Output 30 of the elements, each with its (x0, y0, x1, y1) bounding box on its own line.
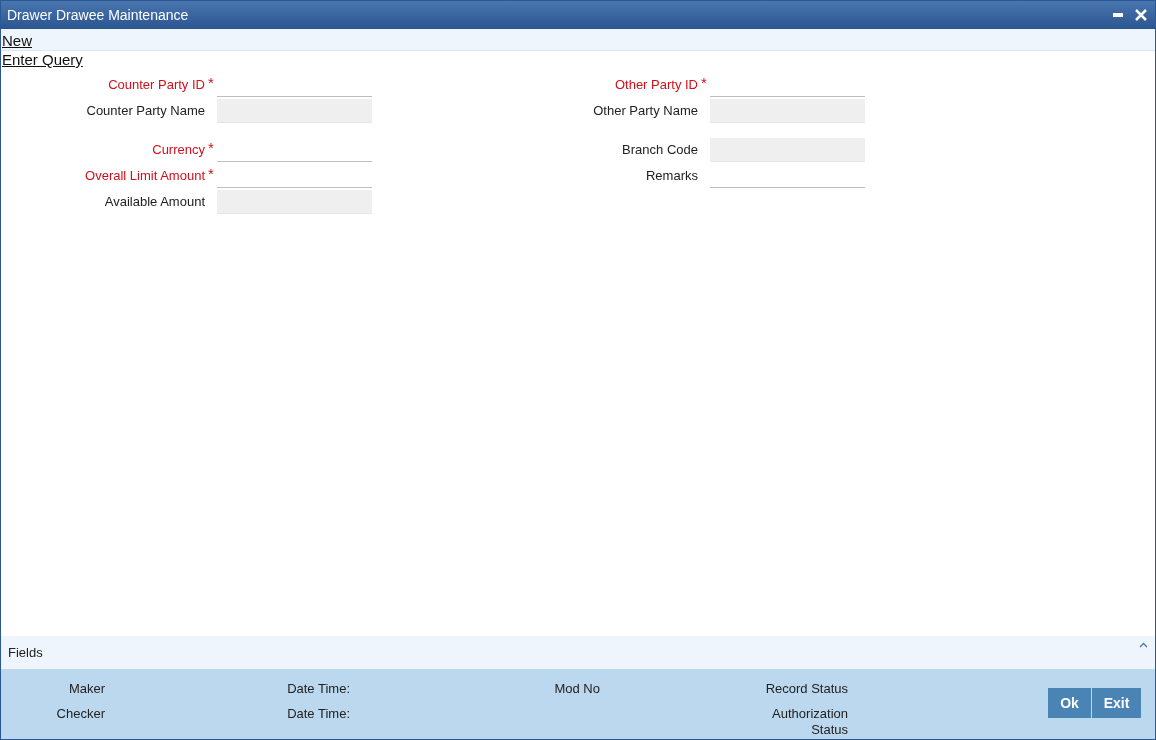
field-label: Remarks (646, 167, 698, 186)
close-icon[interactable] (1135, 9, 1147, 21)
field-label: Overall Limit Amount (85, 167, 205, 186)
dialog-button[interactable]: Exit (1092, 688, 1141, 718)
audit-label: Maker (67, 681, 105, 697)
audit-label: Authorization Status (771, 706, 848, 738)
collapse-icon[interactable] (1139, 642, 1148, 648)
field-label: Counter Party ID (108, 76, 205, 95)
field-label: Branch Code (622, 141, 698, 160)
required-mark: * (207, 166, 215, 183)
dialog-button[interactable]: Ok (1048, 688, 1091, 718)
audit-label: Date Time: (286, 706, 350, 723)
audit-label: Checker (55, 706, 105, 723)
toolbar-link[interactable]: Enter Query (1, 51, 83, 69)
minimize-icon[interactable] (1113, 13, 1123, 17)
field-label: Other Party Name (593, 102, 698, 121)
field-label: Available Amount (104, 193, 205, 212)
toolbar-link[interactable]: New (1, 32, 32, 50)
fields-label: Fields (8, 643, 43, 662)
required-mark: * (207, 75, 215, 92)
fields-bar[interactable]: Fields (1, 636, 1155, 669)
field-label: Other Party ID (614, 76, 698, 95)
field-label: Currency (152, 141, 205, 160)
field-label: Counter Party Name (86, 102, 205, 121)
required-mark: * (700, 75, 708, 92)
audit-label: Record Status (764, 681, 848, 697)
audit-label: Date Time: (286, 681, 350, 697)
audit-label: Mod No (553, 681, 600, 697)
required-mark: * (207, 140, 215, 157)
window-title: Drawer Drawee Maintenance (7, 5, 189, 25)
